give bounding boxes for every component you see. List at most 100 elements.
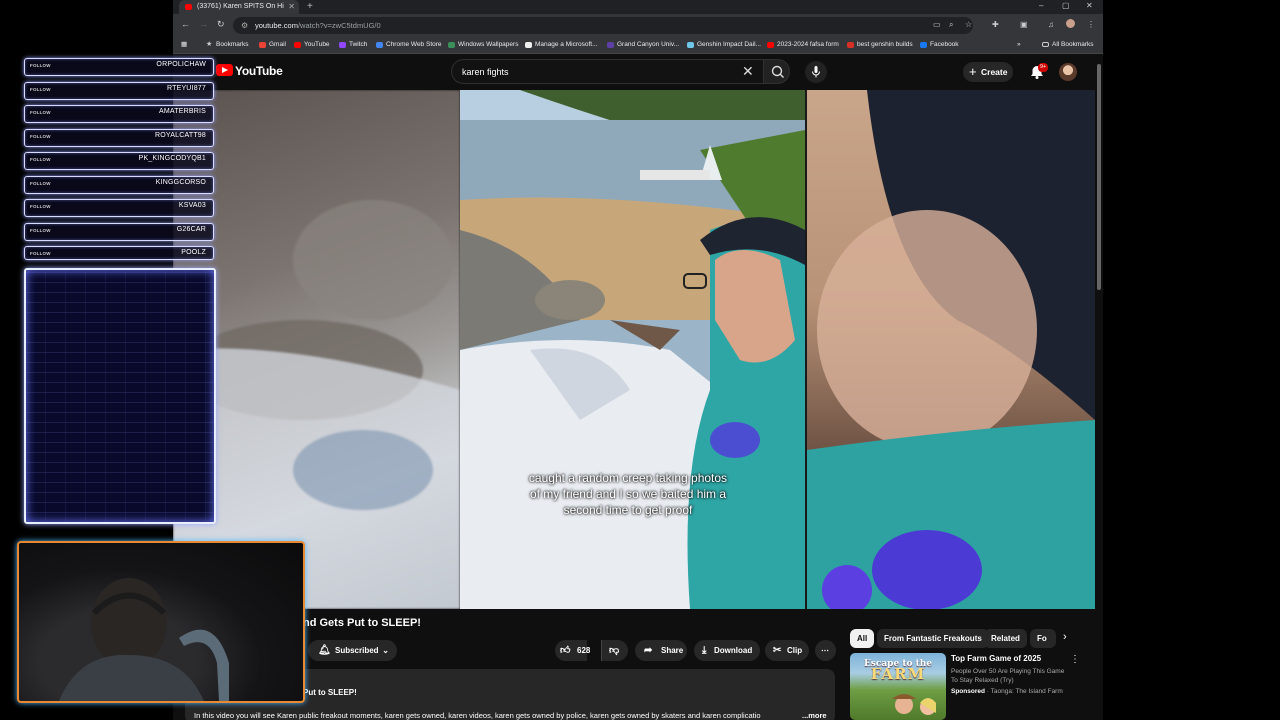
chip-from-channel[interactable]: From Fantastic Freakouts [877, 629, 989, 648]
youtube-play-icon [216, 64, 233, 76]
recommendation-description: People Over 50 Are Playing This Game To … [951, 668, 1065, 684]
window-close-icon[interactable]: ✕ [1086, 0, 1093, 12]
back-icon[interactable]: ← [181, 19, 190, 29]
sponsored-label: Sponsored [951, 688, 985, 695]
search-input[interactable]: karen fights [451, 59, 769, 84]
omnibox[interactable]: ⚙ youtube.com/watch?v=zwC5tdmUG/0 [233, 17, 973, 34]
bookmark-item[interactable]: Manage a Microsoft... [525, 37, 598, 53]
youtube-logo[interactable]: YouTube [216, 64, 283, 78]
bell-icon: 🔔︎ [318, 645, 331, 656]
plus-icon: + [969, 64, 977, 79]
browser-window: (33761) Karen SPITS On Hi ✕ + – ▢ ✕ ← → … [173, 0, 1103, 720]
url-path: /watch?v=zwC5tdmUG/0 [297, 21, 381, 30]
download-button[interactable]: ⤓ Download [694, 640, 760, 661]
url-host: youtube.com [255, 21, 298, 30]
description-text: In this video you will see Karen public … [194, 711, 761, 720]
bookmark-item[interactable]: ★ Bookmarks [206, 37, 249, 53]
bookmark-item[interactable]: Grand Canyon Univ... [607, 37, 679, 53]
bookmarks-bar: ▦ ★ Bookmarks Gmail YouTube Twitch Chrome… [173, 37, 1103, 54]
more-actions-button[interactable]: ⋯ [815, 640, 836, 661]
chip-all[interactable]: All [850, 629, 875, 648]
scissors-icon: ✂ [773, 645, 782, 656]
bookmark-item[interactable]: 2023-2024 fafsa form [767, 37, 839, 53]
follower-row: FOLLOW G26CAR [24, 223, 214, 241]
video-scene [460, 90, 805, 609]
clip-button[interactable]: ✂ Clip [765, 640, 809, 661]
search-button[interactable] [763, 59, 790, 84]
advertiser-name: · Taonga: The Island Farm [986, 688, 1063, 695]
profile-avatar-icon[interactable] [1066, 19, 1075, 28]
install-app-icon[interactable]: ▭ [933, 20, 941, 29]
video-blurred-right [807, 90, 1095, 609]
chrome-menu-icon[interactable]: ⋮ [1087, 20, 1095, 29]
bookmark-item[interactable]: Windows Wallpapers [448, 37, 518, 53]
share-button[interactable]: ➦ Share [635, 640, 687, 661]
follower-row: FOLLOW KSVA03 [24, 199, 214, 217]
account-avatar[interactable] [1059, 63, 1077, 81]
youtube-header: YouTube karen fights ✕ + Create 9+ [173, 54, 1103, 90]
follower-row: FOLLOW KINGGCORSO [24, 176, 214, 194]
bookmark-item[interactable]: YouTube [294, 37, 330, 53]
more-vertical-icon[interactable]: ⋮ [1070, 654, 1080, 665]
show-more-link[interactable]: ...more [799, 711, 827, 720]
chevron-down-icon: ⌄ [382, 646, 389, 655]
bookmark-item[interactable]: Twitch [339, 37, 367, 53]
all-bookmarks[interactable]: All Bookmarks [1042, 37, 1094, 53]
video-player[interactable]: caught a random creep taking photos of m… [173, 90, 1095, 609]
bookmark-item[interactable]: Genshin Impact Dail... [687, 37, 761, 53]
video-frame-right [807, 90, 1095, 609]
tab-strip: (33761) Karen SPITS On Hi ✕ + – ▢ ✕ [173, 0, 1103, 14]
notification-count-badge: 9+ [1038, 63, 1049, 72]
recommendation-thumbnail[interactable]: Escape to the FARM [850, 653, 946, 720]
video-frame-left [173, 200, 460, 609]
search-icon [771, 65, 784, 78]
site-info-icon[interactable]: ⚙ [241, 17, 248, 34]
browser-tab[interactable]: (33761) Karen SPITS On Hi ✕ [179, 0, 299, 14]
bookmark-item[interactable]: best genshin builds [847, 37, 913, 53]
forward-icon[interactable]: → [199, 19, 208, 29]
microphone-icon [812, 66, 820, 78]
new-tab-icon[interactable]: + [307, 0, 313, 13]
webcam-person [59, 578, 229, 701]
thumbnail-characters [892, 694, 936, 715]
sidepanel-icon[interactable]: ▣ [1020, 20, 1028, 29]
extensions-icon[interactable]: ✚ [992, 20, 999, 29]
video-title: nd Gets Put to SLEEP! [303, 617, 421, 629]
thumbs-up-icon: 👍︎ [560, 645, 571, 656]
minimize-icon[interactable]: – [1039, 0, 1043, 12]
chip-related[interactable]: Related [984, 629, 1027, 648]
scrollbar-thumb[interactable] [1097, 64, 1101, 290]
recommendation-title[interactable]: Top Farm Game of 2025 [951, 654, 1041, 663]
more-horizontal-icon: ⋯ [821, 646, 829, 655]
follower-row: FOLLOW ORPOLICHAW [24, 58, 214, 76]
subscribed-button[interactable]: 🔔︎ Subscribed ⌄ [308, 640, 397, 661]
dislike-button[interactable]: 👎︎ [601, 640, 628, 661]
zoom-icon[interactable]: ⌕ [949, 20, 953, 30]
maximize-icon[interactable]: ▢ [1062, 0, 1070, 12]
webcam-overlay [17, 541, 305, 703]
stream-brick-panel [24, 268, 216, 524]
follower-row: FOLLOW RTEYUI877 [24, 82, 214, 100]
youtube-favicon-icon [185, 4, 192, 10]
clear-search-icon[interactable]: ✕ [742, 63, 754, 79]
follower-row: FOLLOW PK_KINGCODYQB1 [24, 152, 214, 170]
tab-title: (33761) Karen SPITS On Hi [197, 3, 284, 10]
create-button[interactable]: + Create [963, 62, 1013, 82]
tab-close-icon[interactable]: ✕ [288, 0, 295, 14]
page-scrollbar[interactable] [1095, 60, 1103, 720]
bookmark-item[interactable]: Gmail [259, 37, 286, 53]
chevron-right-icon[interactable]: › [1063, 631, 1067, 643]
reload-icon[interactable]: ↻ [217, 19, 225, 30]
follower-row: FOLLOW POOLZ [24, 246, 214, 260]
bookmark-item[interactable]: Chrome Web Store [376, 37, 442, 53]
bookmarks-overflow-icon[interactable]: » [1017, 37, 1021, 53]
apps-grid-icon[interactable]: ▦ [181, 37, 187, 53]
address-bar-row: ← → ↻ ⚙ youtube.com/watch?v=zwC5tdmUG/0 … [173, 14, 1103, 37]
bookmark-star-icon[interactable]: ☆ [965, 20, 972, 29]
video-blurred-left [173, 90, 460, 609]
chip-partial[interactable]: Fo [1030, 629, 1056, 648]
media-icon[interactable]: ♫ [1048, 20, 1054, 29]
bookmark-item[interactable]: Facebook [920, 37, 959, 53]
voice-search-button[interactable] [805, 61, 827, 83]
description-title: Put to SLEEP! [303, 688, 357, 697]
